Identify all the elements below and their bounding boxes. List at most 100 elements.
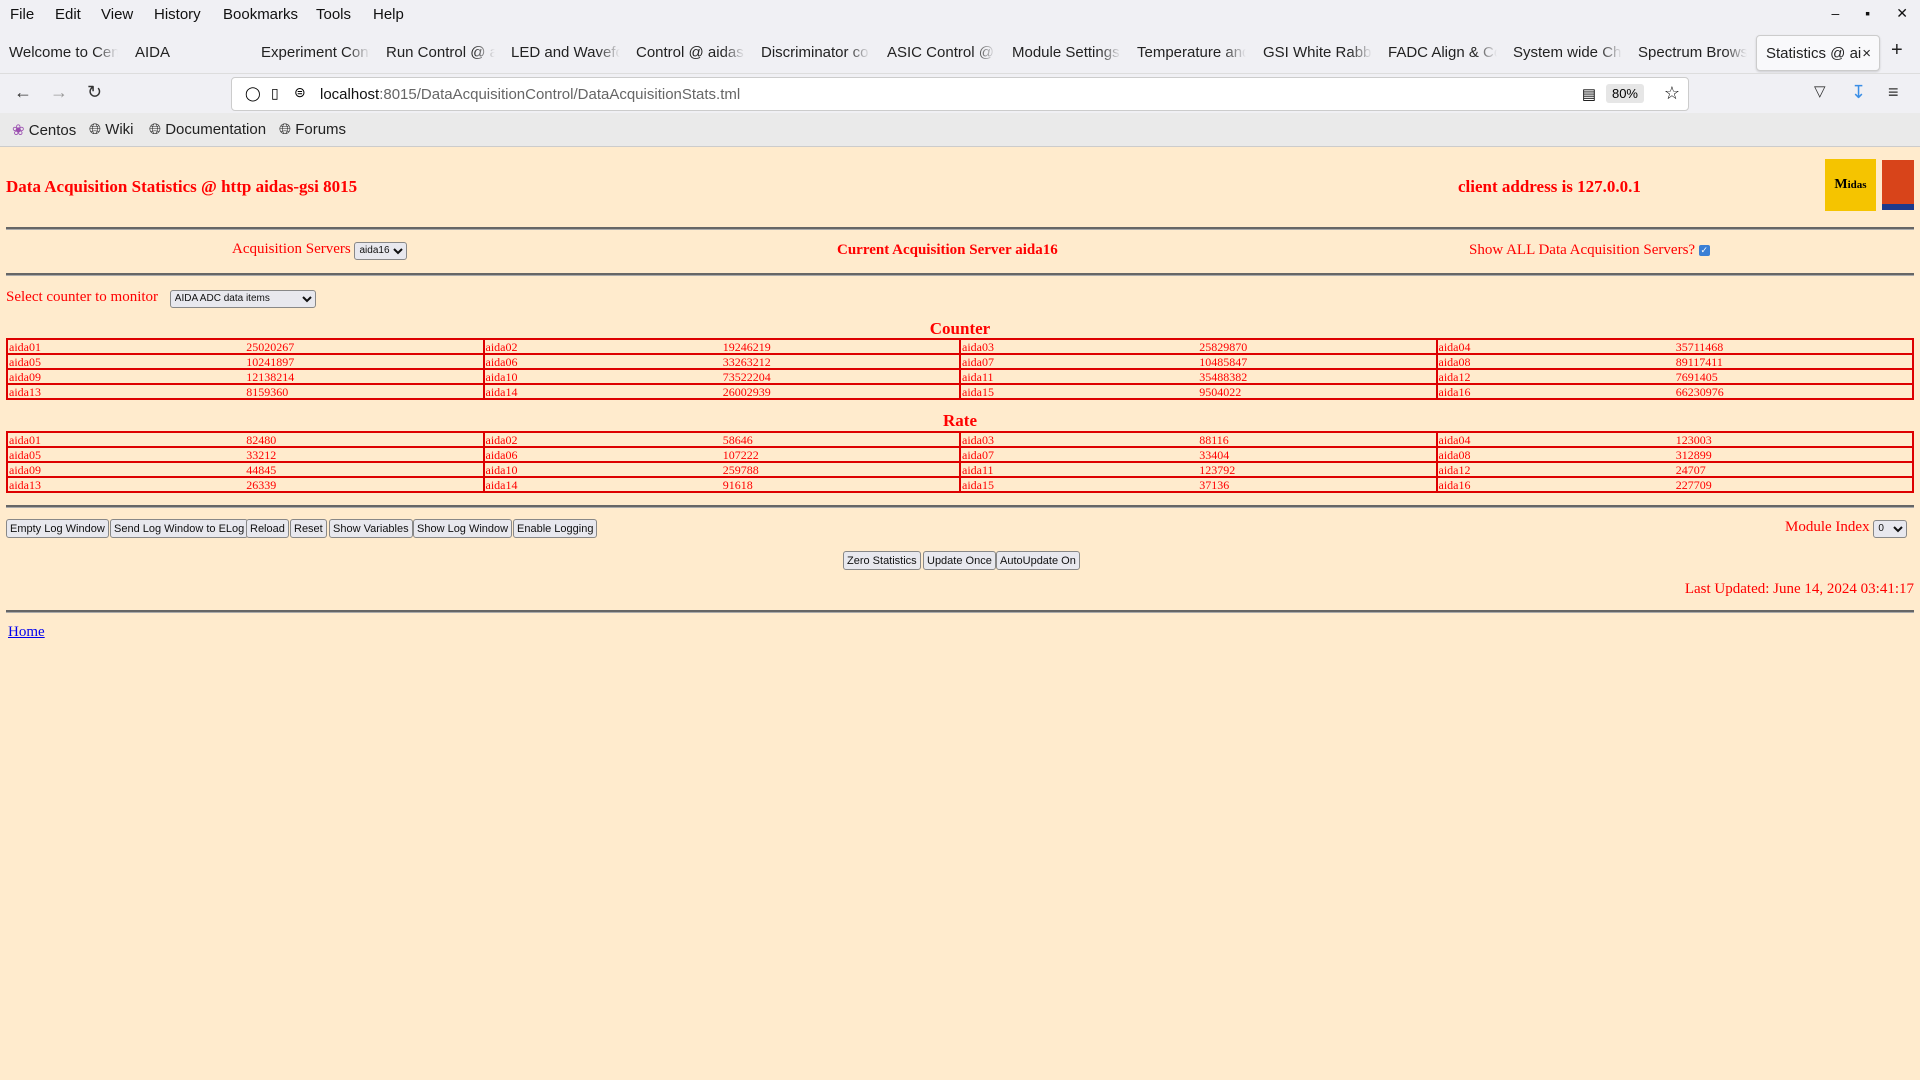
- module-name: aida15: [958, 383, 1199, 399]
- module-name: aida09: [7, 368, 246, 384]
- module-name: aida13: [7, 476, 246, 492]
- show-all-checkbox[interactable]: ✓: [1698, 245, 1710, 257]
- reload-icon[interactable]: ↻: [87, 82, 102, 103]
- tab-bar: Welcome to Cen AIDA Experiment Cont Run …: [0, 33, 1920, 73]
- module-value: 26339: [245, 476, 484, 492]
- close-tab-icon[interactable]: ×: [1862, 36, 1871, 70]
- menu-view[interactable]: View: [101, 6, 133, 23]
- table-row: aida05 10241897 aida06 33263212 aida07 104858…: [7, 353, 1913, 369]
- autoupdate-on-button[interactable]: AutoUpdate On: [996, 551, 1080, 570]
- module-name: aida11: [958, 461, 1199, 477]
- url-bar[interactable]: ◯ ▯ ⊜ localhost:8015/DataAcquisitionCont…: [231, 77, 1689, 111]
- tab[interactable]: Welcome to Cen: [0, 35, 118, 71]
- module-name: aida13: [7, 383, 246, 399]
- module-value: 25829870: [1198, 338, 1437, 354]
- browser-chrome: File Edit View History Bookmarks Tools H…: [0, 0, 1920, 147]
- menu-tools[interactable]: Tools: [316, 6, 351, 23]
- reader-view-icon[interactable]: ▤: [1582, 85, 1596, 103]
- select-counter-dropdown[interactable]: AIDA ADC data items: [169, 289, 316, 308]
- update-once-button[interactable]: Update Once: [923, 551, 996, 570]
- module-index-select[interactable]: 0: [1873, 519, 1908, 538]
- home-link[interactable]: Home: [8, 624, 45, 641]
- module-value: 312899: [1674, 446, 1913, 462]
- divider: [6, 273, 1914, 276]
- module-name: aida16: [1435, 476, 1675, 492]
- table-row: aida13 8159360 aida14 26002939 aida15 9504022…: [7, 383, 1913, 399]
- menu-history[interactable]: History: [154, 6, 201, 23]
- reload-button[interactable]: Reload: [246, 519, 289, 538]
- bookmarks-bar: ❀ Centos 🌐︎ Wiki 🌐︎ Documentation 🌐︎ For…: [0, 113, 1920, 147]
- tcl-logo: [1882, 160, 1914, 210]
- url-host: localhost: [320, 86, 380, 103]
- empty-log-window-button[interactable]: Empty Log Window: [6, 519, 109, 538]
- tab[interactable]: GSI White Rabbi: [1254, 35, 1372, 71]
- module-name: aida15: [958, 476, 1199, 492]
- show-all-group: Show ALL Data Acquisition Servers? ✓: [1469, 242, 1710, 259]
- tab[interactable]: ASIC Control @: [878, 35, 996, 71]
- module-value: 82480: [245, 431, 484, 447]
- forward-icon[interactable]: →: [50, 82, 68, 103]
- tab[interactable]: AIDA: [126, 35, 206, 71]
- page-title: Data Acquisition Statistics @ http aidas…: [6, 177, 358, 196]
- url-text[interactable]: localhost:8015/DataAcquisitionControl/Da…: [320, 86, 740, 103]
- enable-logging-button[interactable]: Enable Logging: [513, 519, 598, 538]
- tab[interactable]: Control @ aidas: [627, 35, 745, 71]
- menu-help[interactable]: Help: [373, 6, 404, 23]
- permissions-icon[interactable]: ⊜: [294, 84, 306, 101]
- show-log-window-button[interactable]: Show Log Window: [413, 519, 513, 538]
- show-variables-button[interactable]: Show Variables: [329, 519, 413, 538]
- back-icon[interactable]: ←: [14, 82, 32, 103]
- module-value: 33263212: [721, 353, 960, 369]
- download-icon[interactable]: ↧: [1851, 82, 1866, 103]
- module-value: 12138214: [245, 368, 484, 384]
- tab-active[interactable]: Statistics @ ai ×: [1756, 35, 1880, 71]
- minimize-icon[interactable]: –: [1832, 5, 1840, 22]
- tab[interactable]: System wide Ch: [1504, 35, 1622, 71]
- acq-servers-select[interactable]: aida16: [354, 241, 408, 260]
- tab[interactable]: Module Settings: [1003, 35, 1121, 71]
- tab[interactable]: FADC Align & Co: [1379, 35, 1497, 71]
- current-server: Current Acquisition Server aida16: [837, 242, 1058, 258]
- module-value: 33404: [1198, 446, 1437, 462]
- zero-statistics-button[interactable]: Zero Statistics: [843, 551, 921, 570]
- menu-file[interactable]: File: [10, 6, 34, 23]
- module-value: 33212: [245, 446, 484, 462]
- module-value: 37136: [1198, 476, 1437, 492]
- module-index-label: Module Index: [1785, 519, 1870, 535]
- shield-icon[interactable]: ◯: [245, 85, 261, 102]
- page-icon: ▯: [271, 85, 279, 101]
- tab[interactable]: Discriminator co: [752, 35, 870, 71]
- module-value: 35711468: [1674, 338, 1913, 354]
- globe-icon: 🌐︎: [89, 121, 102, 138]
- module-name: aida14: [482, 383, 722, 399]
- module-name: aida09: [7, 461, 246, 477]
- maximize-icon[interactable]: ▪: [1865, 5, 1870, 22]
- divider: [6, 505, 1914, 508]
- menu-bookmarks[interactable]: Bookmarks: [223, 6, 298, 23]
- bookmark-forums[interactable]: 🌐︎ Forums: [279, 121, 346, 138]
- bookmark-documentation[interactable]: 🌐︎ Documentation: [149, 121, 266, 138]
- zoom-level[interactable]: 80%: [1605, 84, 1644, 103]
- tab[interactable]: LED and Wavefo: [502, 35, 620, 71]
- globe-icon: 🌐︎: [279, 121, 292, 138]
- menu-icon[interactable]: ≡: [1888, 82, 1899, 103]
- reset-button[interactable]: Reset: [290, 519, 327, 538]
- bookmark-wiki[interactable]: 🌐︎ Wiki: [89, 121, 134, 138]
- module-value: 58646: [721, 431, 960, 447]
- module-value: 24707: [1674, 461, 1913, 477]
- send-log-window-to-elog-button[interactable]: Send Log Window to ELog: [110, 519, 249, 538]
- tab[interactable]: Experiment Cont: [252, 35, 370, 71]
- acq-servers-label: Acquisition Servers: [232, 241, 351, 257]
- bookmark-label: Centos: [28, 122, 77, 139]
- menu-edit[interactable]: Edit: [55, 6, 81, 23]
- tab[interactable]: Run Control @ a: [377, 35, 495, 71]
- close-window-icon[interactable]: ✕: [1896, 5, 1908, 22]
- pocket-icon[interactable]: ▽: [1814, 82, 1826, 100]
- module-value: 35488382: [1198, 368, 1437, 384]
- tab[interactable]: Temperature and: [1128, 35, 1246, 71]
- bookmark-centos[interactable]: ❀ Centos: [12, 121, 76, 139]
- bookmark-star-icon[interactable]: ☆: [1664, 83, 1680, 104]
- tab[interactable]: Spectrum Brows: [1629, 35, 1747, 71]
- module-name: aida08: [1435, 353, 1675, 369]
- new-tab-icon[interactable]: +: [1891, 39, 1903, 62]
